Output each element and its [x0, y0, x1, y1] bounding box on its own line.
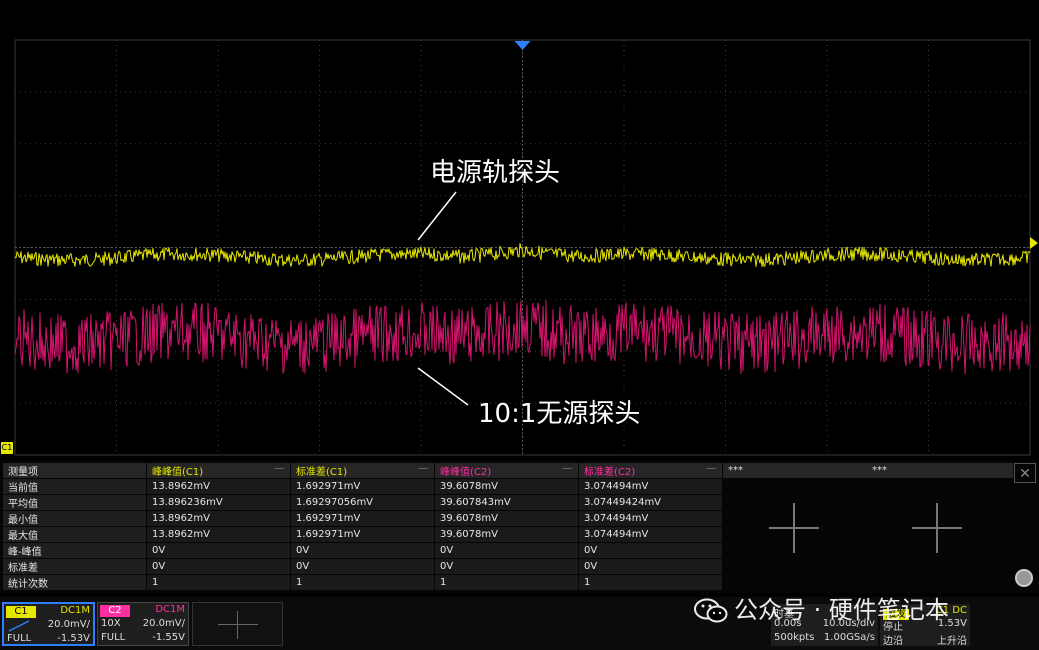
- trigger-type: 边沿: [883, 636, 903, 647]
- cell: 0V: [579, 559, 722, 574]
- annotation-passive-probe: 10:1无源探头: [478, 399, 641, 429]
- table-row: 标准差 0V 0V 0V 0V: [3, 559, 722, 574]
- table-row: 平均值 13.896236mV 1.69297056mV 39.607843mV 3.0…: [3, 495, 722, 510]
- cell: 0V: [579, 543, 722, 558]
- cell: 39.607843mV: [435, 495, 578, 510]
- trigger-level-marker: [1030, 237, 1038, 249]
- cell: 1.69297056mV: [291, 495, 434, 510]
- header-item: 测量项: [3, 463, 146, 478]
- timebase-rate: 1.00GSa/s: [823, 632, 875, 643]
- cell: 0V: [147, 559, 290, 574]
- cell: 13.8962mV: [147, 527, 290, 542]
- row-label: 标准差: [3, 559, 146, 574]
- cell: 1: [435, 575, 578, 590]
- cell: 1: [291, 575, 434, 590]
- cell: 13.896236mV: [147, 495, 290, 510]
- cell: 1: [579, 575, 722, 590]
- table-row: 峰-峰值 0V 0V 0V 0V: [3, 543, 722, 558]
- channel-2-probe: 10X: [101, 618, 121, 629]
- measurement-table: 测量项 峰峰值(C1) — 标准差(C1) — 峰峰值(C2) — 标准差(C2) — …: [2, 462, 723, 591]
- measurement-header-row: 测量项 峰峰值(C1) — 标准差(C1) — 峰峰值(C2) — 标准差(C2) —: [3, 463, 722, 478]
- cell: 1.692971mV: [291, 527, 434, 542]
- cell: 3.074494mV: [579, 511, 722, 526]
- channel-2-scale: 20.0mV/: [142, 618, 185, 629]
- watermark-text: 公众号 · 硬件笔记本: [734, 596, 949, 624]
- header-pkpk-c1[interactable]: 峰峰值(C1) —: [147, 463, 290, 478]
- header-pkpk-c2[interactable]: 峰峰值(C2) —: [435, 463, 578, 478]
- channel-marker: C1: [1, 442, 13, 454]
- row-label: 最大值: [3, 527, 146, 542]
- row-label: 最小值: [3, 511, 146, 526]
- annotation-leader-2: [417, 367, 469, 406]
- measurement-slot-empty-2[interactable]: ***: [867, 463, 1013, 478]
- add-channel-icon: [218, 611, 258, 639]
- cell: 3.07449424mV: [579, 495, 722, 510]
- scroll-knob-icon[interactable]: [1015, 569, 1033, 587]
- cell: 39.6078mV: [435, 527, 578, 542]
- cell: 1: [147, 575, 290, 590]
- table-row: 最小值 13.8962mV 1.692971mV 39.6078mV 3.074494m…: [3, 511, 722, 526]
- close-icon[interactable]: ✕: [1014, 463, 1036, 483]
- wechat-icon: [694, 598, 728, 623]
- cell: 1.692971mV: [291, 479, 434, 494]
- channel-2-bw: FULL: [101, 632, 126, 643]
- add-measurement-icon[interactable]: [769, 503, 819, 553]
- cell: 3.074494mV: [579, 479, 722, 494]
- channel-1-coupling: DC1M: [60, 605, 90, 616]
- channel-2-descriptor[interactable]: C2 DC1M 10X 20.0mV/ FULL -1.55V: [97, 602, 189, 646]
- cell: 13.8962mV: [147, 511, 290, 526]
- waveform-canvas[interactable]: [0, 0, 1039, 456]
- cell: 0V: [435, 543, 578, 558]
- annotation-rail-probe: 电源轨探头: [430, 158, 561, 188]
- table-row: 最大值 13.8962mV 1.692971mV 39.6078mV 3.074494m…: [3, 527, 722, 542]
- measurement-panel: 测量项 峰峰值(C1) — 标准差(C1) — 峰峰值(C2) — 标准差(C2) — …: [0, 461, 1039, 593]
- trigger-position-marker: [514, 41, 531, 50]
- table-row: 当前值 13.8962mV 1.692971mV 39.6078mV 3.074494m…: [3, 479, 722, 494]
- channel-1-descriptor[interactable]: C1 DC1M 20.0mV/ FULL -1.53V: [2, 602, 95, 646]
- measurement-slot-empty-1[interactable]: ***: [723, 463, 869, 478]
- watermark: 公众号 · 硬件笔记本: [694, 590, 949, 625]
- cell: 1.692971mV: [291, 511, 434, 526]
- trigger-slope: 上升沿: [937, 636, 967, 647]
- channel-1-offset: -1.53V: [57, 633, 90, 644]
- header-std-c1[interactable]: 标准差(C1) —: [291, 463, 434, 478]
- timebase-memory: 500kpts: [774, 632, 815, 643]
- channel-1-wave-icon: [8, 620, 30, 632]
- row-label: 当前值: [3, 479, 146, 494]
- row-label: 峰-峰值: [3, 543, 146, 558]
- cell: 3.074494mV: [579, 527, 722, 542]
- table-row: 统计次数 1 1 1 1: [3, 575, 722, 590]
- header-std-c2[interactable]: 标准差(C2) —: [579, 463, 722, 478]
- waveform-display[interactable]: 电源轨探头 10:1无源探头 C1: [0, 0, 1039, 456]
- channel-1-tag: C1: [6, 606, 36, 618]
- cell: 13.8962mV: [147, 479, 290, 494]
- channel-2-tag: C2: [100, 605, 130, 617]
- channel-2-coupling: DC1M: [155, 604, 185, 615]
- ch2-waveform: [14, 300, 1031, 375]
- row-label: 平均值: [3, 495, 146, 510]
- channel-1-scale: 20.0mV/: [47, 619, 90, 630]
- channel-1-bw: FULL: [7, 633, 32, 644]
- cell: 39.6078mV: [435, 511, 578, 526]
- cell: 0V: [291, 543, 434, 558]
- add-channel-button[interactable]: [192, 602, 283, 646]
- add-measurement-icon[interactable]: [912, 503, 962, 553]
- cell: 0V: [435, 559, 578, 574]
- channel-2-offset: -1.55V: [152, 632, 185, 643]
- cell: 39.6078mV: [435, 479, 578, 494]
- annotation-leader-1: [417, 191, 457, 241]
- row-label: 统计次数: [3, 575, 146, 590]
- cell: 0V: [147, 543, 290, 558]
- cell: 0V: [291, 559, 434, 574]
